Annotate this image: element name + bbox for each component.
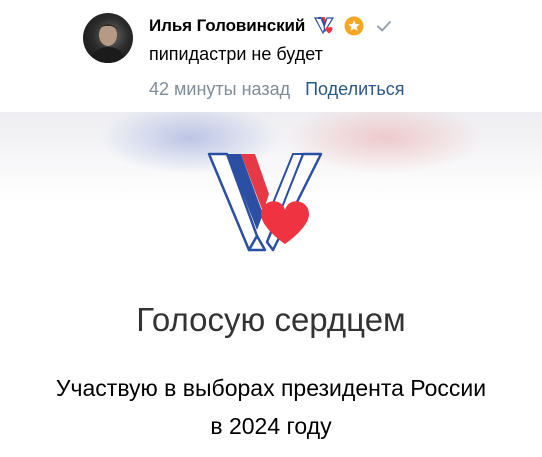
- avatar[interactable]: [83, 13, 133, 63]
- card-subtitle: Участвую в выборах президента России в 2…: [0, 369, 542, 445]
- post-meta: 42 минуты назад Поделиться: [149, 79, 405, 100]
- card-subtitle-line-2: в 2024 году: [210, 413, 332, 439]
- post-text: пипидастри не будет: [149, 44, 323, 64]
- verified-check-icon: [373, 15, 395, 37]
- v-vote-badge-icon[interactable]: [313, 15, 335, 37]
- card-subtitle-line-1: Участвую в выборах президента России: [55, 375, 487, 401]
- vote-heart-logo-icon: [205, 150, 325, 255]
- star-badge-icon[interactable]: [343, 15, 365, 37]
- author-name[interactable]: Илья Головинский: [149, 16, 305, 36]
- post-time[interactable]: 42 минуты назад: [149, 79, 290, 99]
- post-card: Илья Головинский пипидастри не будет 42 …: [0, 0, 542, 457]
- share-link[interactable]: Поделиться: [305, 79, 404, 99]
- author-line: Илья Головинский: [149, 14, 395, 38]
- card-title: Голосую сердцем: [136, 301, 406, 338]
